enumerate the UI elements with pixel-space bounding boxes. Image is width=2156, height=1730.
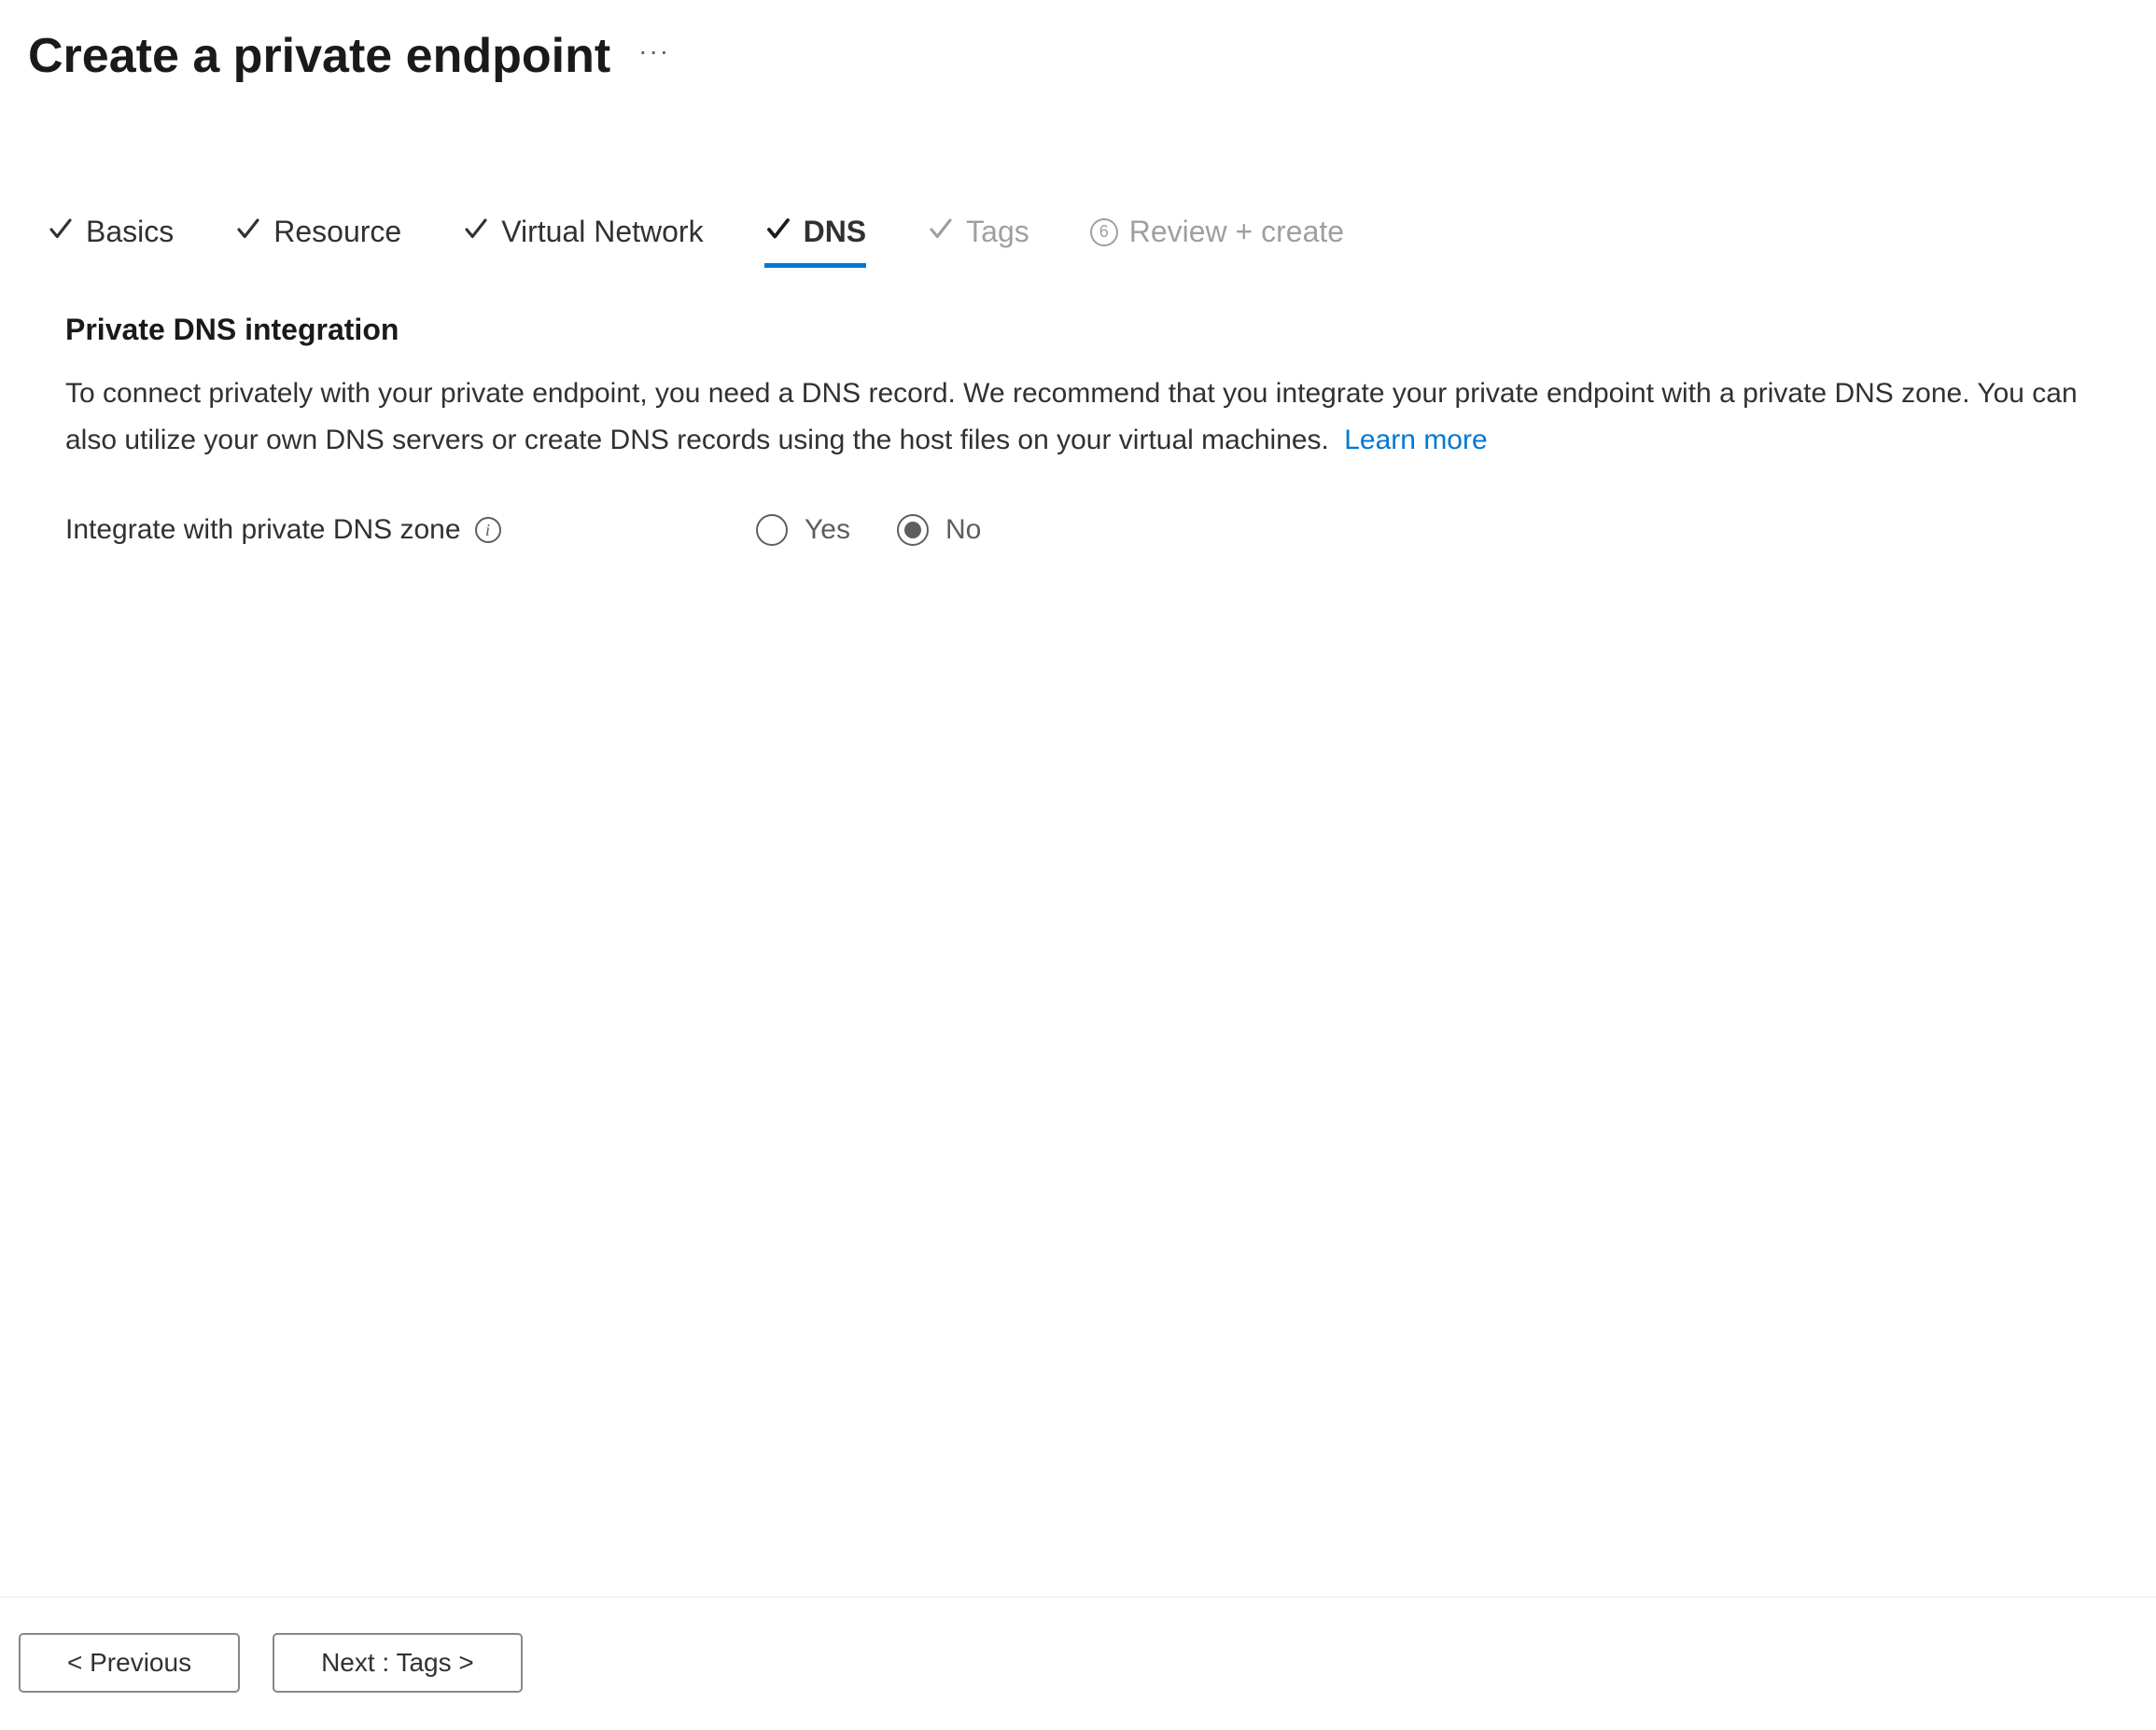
tab-tags[interactable]: Tags bbox=[927, 215, 1029, 266]
radio-label: No bbox=[945, 514, 981, 546]
page-header: Create a private endpoint ··· bbox=[0, 9, 2156, 84]
tab-dns[interactable]: DNS bbox=[764, 215, 867, 266]
form-label-integrate: Integrate with private DNS zone bbox=[65, 514, 461, 546]
radio-label: Yes bbox=[805, 514, 850, 546]
content-area: Private DNS integration To connect priva… bbox=[0, 266, 2156, 593]
radio-group-integrate: Yes No bbox=[756, 514, 981, 546]
tab-label: Tags bbox=[966, 215, 1029, 249]
info-icon[interactable]: i bbox=[475, 517, 501, 543]
tab-label: Virtual Network bbox=[501, 215, 703, 249]
tab-virtual-network[interactable]: Virtual Network bbox=[462, 215, 703, 266]
previous-button[interactable]: < Previous bbox=[19, 1633, 240, 1693]
section-description: To connect privately with your private e… bbox=[65, 370, 2091, 463]
radio-option-yes[interactable]: Yes bbox=[756, 514, 850, 546]
check-icon bbox=[927, 216, 955, 248]
step-number-badge: 6 bbox=[1090, 218, 1118, 246]
check-icon bbox=[764, 216, 792, 248]
wizard-tabs: Basics Resource Virtual Network DNS Tags… bbox=[0, 215, 2156, 266]
form-label-wrap: Integrate with private DNS zone i bbox=[65, 514, 756, 546]
tab-label: DNS bbox=[804, 215, 867, 249]
tab-label: Review + create bbox=[1129, 215, 1344, 249]
wizard-footer: < Previous Next : Tags > bbox=[0, 1597, 2156, 1730]
check-icon bbox=[47, 216, 75, 248]
tab-resource[interactable]: Resource bbox=[234, 215, 401, 266]
tab-label: Basics bbox=[86, 215, 174, 249]
tab-basics[interactable]: Basics bbox=[47, 215, 174, 266]
check-icon bbox=[234, 216, 262, 248]
more-icon[interactable]: ··· bbox=[638, 36, 670, 66]
tab-review-create[interactable]: 6 Review + create bbox=[1090, 215, 1344, 266]
check-icon bbox=[462, 216, 490, 248]
radio-circle bbox=[897, 514, 929, 546]
page-title: Create a private endpoint bbox=[28, 28, 610, 84]
tab-label: Resource bbox=[273, 215, 401, 249]
form-row-integrate-dns: Integrate with private DNS zone i Yes No bbox=[65, 514, 2091, 546]
next-button[interactable]: Next : Tags > bbox=[273, 1633, 523, 1693]
radio-circle bbox=[756, 514, 788, 546]
section-description-text: To connect privately with your private e… bbox=[65, 378, 2078, 455]
learn-more-link[interactable]: Learn more bbox=[1344, 425, 1487, 455]
section-title: Private DNS integration bbox=[65, 313, 2091, 347]
radio-option-no[interactable]: No bbox=[897, 514, 981, 546]
